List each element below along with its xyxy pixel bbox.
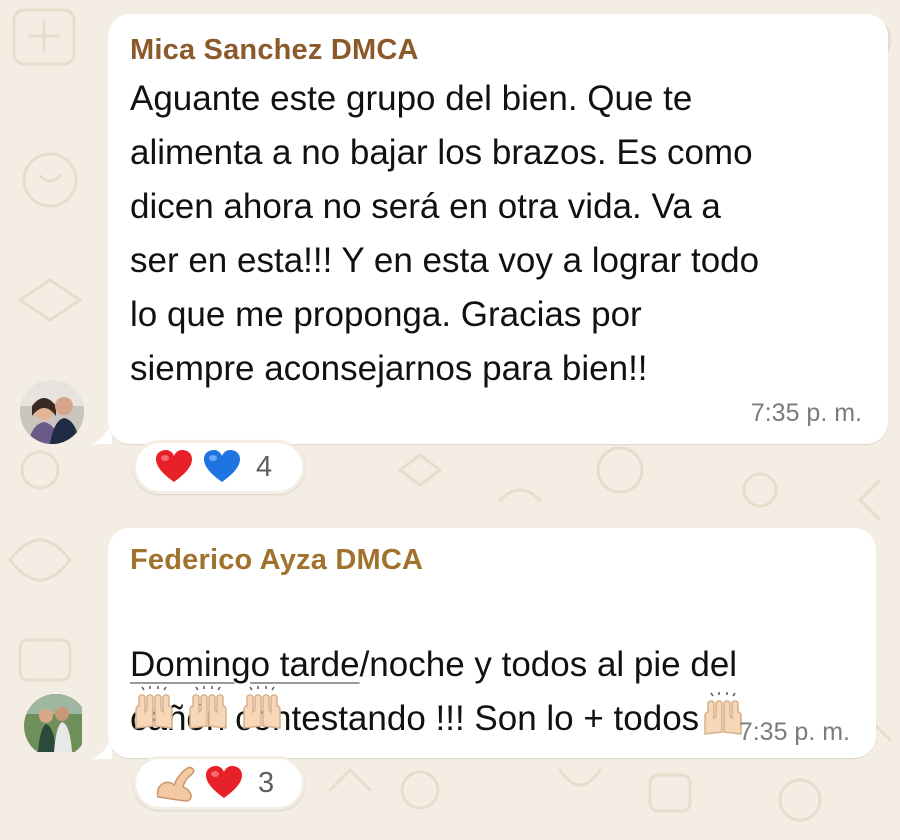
sender-avatar[interactable] <box>24 694 88 758</box>
message-timestamp: 7:35 p. m. <box>738 718 850 746</box>
message-bubble[interactable]: Federico Ayza DMCA Domingo tarde/noche y… <box>108 528 876 758</box>
red-heart-icon <box>206 766 242 798</box>
message-text: Aguante este grupo del bien. Que te alim… <box>130 79 760 388</box>
message-bubble[interactable]: Mica Sanchez DMCA Aguante este grupo del… <box>108 14 888 444</box>
avatar-photo-icon <box>24 694 82 752</box>
flexed-biceps-icon <box>156 766 195 802</box>
message-link[interactable]: Domingo tarde <box>130 645 360 684</box>
reaction-count: 3 <box>258 766 275 799</box>
trailing-emojis <box>130 686 286 730</box>
sender-avatar[interactable] <box>20 380 84 444</box>
reaction-count: 4 <box>256 450 273 483</box>
raising-hands-icon <box>135 686 173 729</box>
blue-heart-icon <box>204 450 240 482</box>
raising-hands-icon <box>243 686 281 729</box>
sender-name[interactable]: Federico Ayza DMCA <box>130 544 423 577</box>
red-heart-icon <box>156 450 192 482</box>
message-reactions[interactable]: 4 <box>133 440 305 494</box>
message-reactions[interactable]: 3 <box>133 756 305 810</box>
avatar-photo-icon <box>20 380 84 444</box>
raising-hands-icon <box>189 686 227 729</box>
message-timestamp: 7:35 p. m. <box>750 399 862 427</box>
sender-name[interactable]: Mica Sanchez DMCA <box>130 34 419 67</box>
